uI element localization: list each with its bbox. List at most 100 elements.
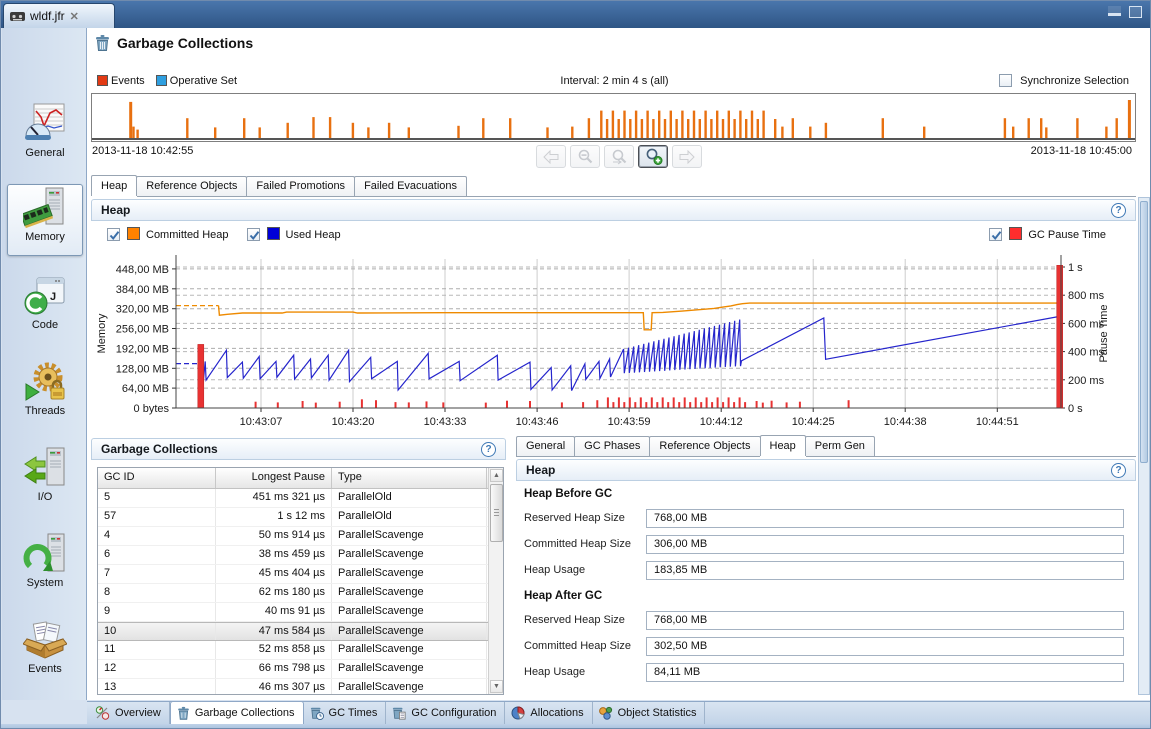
help-icon[interactable]: ?	[1111, 463, 1126, 478]
tab-reference-objects[interactable]: Reference Objects	[649, 436, 760, 456]
table-cell: ParallelScavenge	[332, 641, 487, 659]
zoom-out-button[interactable]	[570, 145, 600, 168]
column-header-type[interactable]: Type	[332, 468, 487, 488]
field-value[interactable]: 768,00 MB	[646, 611, 1124, 630]
field-value[interactable]: 306,00 MB	[646, 535, 1124, 554]
table-cell: 8	[98, 584, 216, 602]
bottom-tab-gc-times[interactable]: GC Times	[304, 702, 387, 724]
bottom-tab-overview[interactable]: Overview	[89, 702, 170, 724]
object-statistics-icon	[599, 706, 613, 720]
sidebar-item-system[interactable]: System	[7, 530, 83, 602]
field-label: Reserved Heap Size	[524, 614, 625, 626]
timeline-range-selector[interactable]	[91, 93, 1136, 142]
field-value[interactable]: 302,50 MB	[646, 637, 1124, 656]
page-title: Garbage Collections	[117, 35, 253, 51]
table-row[interactable]: 638 ms 459 µsParallelScavenge	[98, 546, 503, 565]
synchronize-selection-checkbox[interactable]	[999, 74, 1012, 87]
help-icon[interactable]: ?	[1111, 203, 1126, 218]
table-scrollbar[interactable]: ▲▼	[488, 468, 503, 694]
gc-table[interactable]: GC IDLongest PauseType5451 ms 321 µsPara…	[97, 467, 504, 695]
table-cell: 57	[98, 508, 216, 526]
bottom-tab-allocations[interactable]: Allocations	[505, 702, 592, 724]
scrollbar-thumb[interactable]	[1140, 201, 1148, 463]
zoom-range-icon	[610, 149, 628, 165]
editor-tab-wldf[interactable]: wldf.jfr ✕	[3, 3, 115, 28]
bottom-tab-bar: OverviewGarbage CollectionsGC Times GC Co…	[87, 701, 1150, 724]
table-row[interactable]: 571 s 12 msParallelOld	[98, 508, 503, 527]
bottom-tab-garbage-collections[interactable]: Garbage Collections	[170, 701, 304, 724]
svg-text:1 s: 1 s	[1068, 262, 1083, 274]
sidebar-item-events[interactable]: Events	[7, 616, 83, 688]
close-icon[interactable]: ✕	[70, 10, 79, 23]
tab-reference-objects[interactable]: Reference Objects	[136, 176, 247, 196]
svg-text:10:44:25: 10:44:25	[792, 416, 835, 428]
arrow-right-button[interactable]	[672, 145, 702, 168]
svg-text:256,00 MB: 256,00 MB	[116, 324, 169, 336]
tab-heap[interactable]: Heap	[760, 435, 806, 456]
bottom-tab-label: GC Configuration	[411, 707, 496, 719]
general-icon	[23, 101, 67, 145]
table-row[interactable]: 862 ms 180 µsParallelScavenge	[98, 584, 503, 603]
column-header-longest-pause[interactable]: Longest Pause	[216, 468, 332, 488]
svg-text:10:43:59: 10:43:59	[608, 416, 651, 428]
table-row[interactable]: 5451 ms 321 µsParallelOld	[98, 489, 503, 508]
column-header-gc-id[interactable]: GC ID	[98, 468, 216, 488]
heap-section-title: Heap	[101, 203, 130, 217]
legend-checkbox[interactable]	[107, 228, 120, 241]
sidebar: General Memory JCode Threads I/O System Events	[2, 28, 87, 700]
scrollbar-thumb[interactable]	[490, 484, 503, 542]
tab-heap[interactable]: Heap	[91, 175, 137, 196]
tab-failed-promotions[interactable]: Failed Promotions	[246, 176, 355, 196]
field-value[interactable]: 84,11 MB	[646, 663, 1124, 682]
help-icon[interactable]: ?	[481, 442, 496, 457]
range-start-time: 2013-11-18 10:42:55	[92, 145, 193, 157]
sidebar-item-threads[interactable]: Threads	[7, 358, 83, 430]
system-icon	[23, 531, 67, 575]
legend-checkbox[interactable]	[247, 228, 260, 241]
status-strip	[1, 724, 1151, 729]
sidebar-item-io[interactable]: I/O	[7, 444, 83, 516]
table-cell: ParallelScavenge	[332, 584, 487, 602]
minimize-icon[interactable]	[1108, 6, 1121, 16]
tab-failed-evacuations[interactable]: Failed Evacuations	[354, 176, 467, 196]
sidebar-item-memory[interactable]: Memory	[7, 184, 83, 256]
tab-gc-phases[interactable]: GC Phases	[574, 436, 650, 456]
table-row[interactable]: 1266 ms 798 µsParallelScavenge	[98, 660, 503, 679]
field-value[interactable]: 183,85 MB	[646, 561, 1124, 580]
scroll-down-icon[interactable]: ▼	[490, 680, 503, 693]
memory-icon	[23, 185, 67, 229]
legend-label: Committed Heap	[146, 229, 229, 241]
bottom-tab-gc-configuration[interactable]: GC Configuration	[386, 702, 505, 724]
svg-text:0 bytes: 0 bytes	[134, 403, 170, 415]
sidebar-item-label: Threads	[25, 405, 65, 417]
heap-chart[interactable]: 10:43:0710:43:2010:43:3310:43:4610:43:59…	[91, 243, 1136, 435]
tab-general[interactable]: General	[516, 436, 575, 456]
legend-label: Events	[108, 75, 148, 87]
scroll-up-icon[interactable]: ▲	[490, 469, 503, 482]
svg-text:10:44:12: 10:44:12	[700, 416, 743, 428]
maximize-icon[interactable]	[1129, 6, 1142, 18]
svg-text:192,00 MB: 192,00 MB	[116, 343, 169, 355]
table-row[interactable]: 940 ms 91 µsParallelScavenge	[98, 603, 503, 622]
table-row[interactable]: 1346 ms 307 µsParallelScavenge	[98, 679, 503, 695]
table-row[interactable]: 450 ms 914 µsParallelScavenge	[98, 527, 503, 546]
field-label: Committed Heap Size	[524, 538, 631, 550]
legend-swatch	[97, 75, 108, 86]
table-row[interactable]: 1047 ms 584 µsParallelScavenge	[98, 622, 503, 641]
table-row[interactable]: 745 ms 404 µsParallelScavenge	[98, 565, 503, 584]
editor-scrollbar[interactable]	[1138, 197, 1150, 695]
field-label: Committed Heap Size	[524, 640, 631, 652]
legend-checkbox[interactable]	[989, 228, 1002, 241]
table-row[interactable]: 1152 ms 858 µsParallelScavenge	[98, 641, 503, 660]
chart-legend-left: Committed HeapUsed Heap	[107, 227, 359, 241]
field-value[interactable]: 768,00 MB	[646, 509, 1124, 528]
arrow-left-button[interactable]	[536, 145, 566, 168]
zoom-in-button[interactable]	[638, 145, 668, 168]
sidebar-item-code[interactable]: JCode	[7, 272, 83, 344]
table-cell: 45 ms 404 µs	[216, 565, 332, 583]
bottom-tab-object-statistics[interactable]: Object Statistics	[593, 702, 706, 724]
zoom-range-button[interactable]	[604, 145, 634, 168]
tab-perm-gen[interactable]: Perm Gen	[805, 436, 875, 456]
sidebar-item-general[interactable]: General	[7, 100, 83, 172]
chart-legend-right: GC Pause Time	[989, 227, 1124, 241]
